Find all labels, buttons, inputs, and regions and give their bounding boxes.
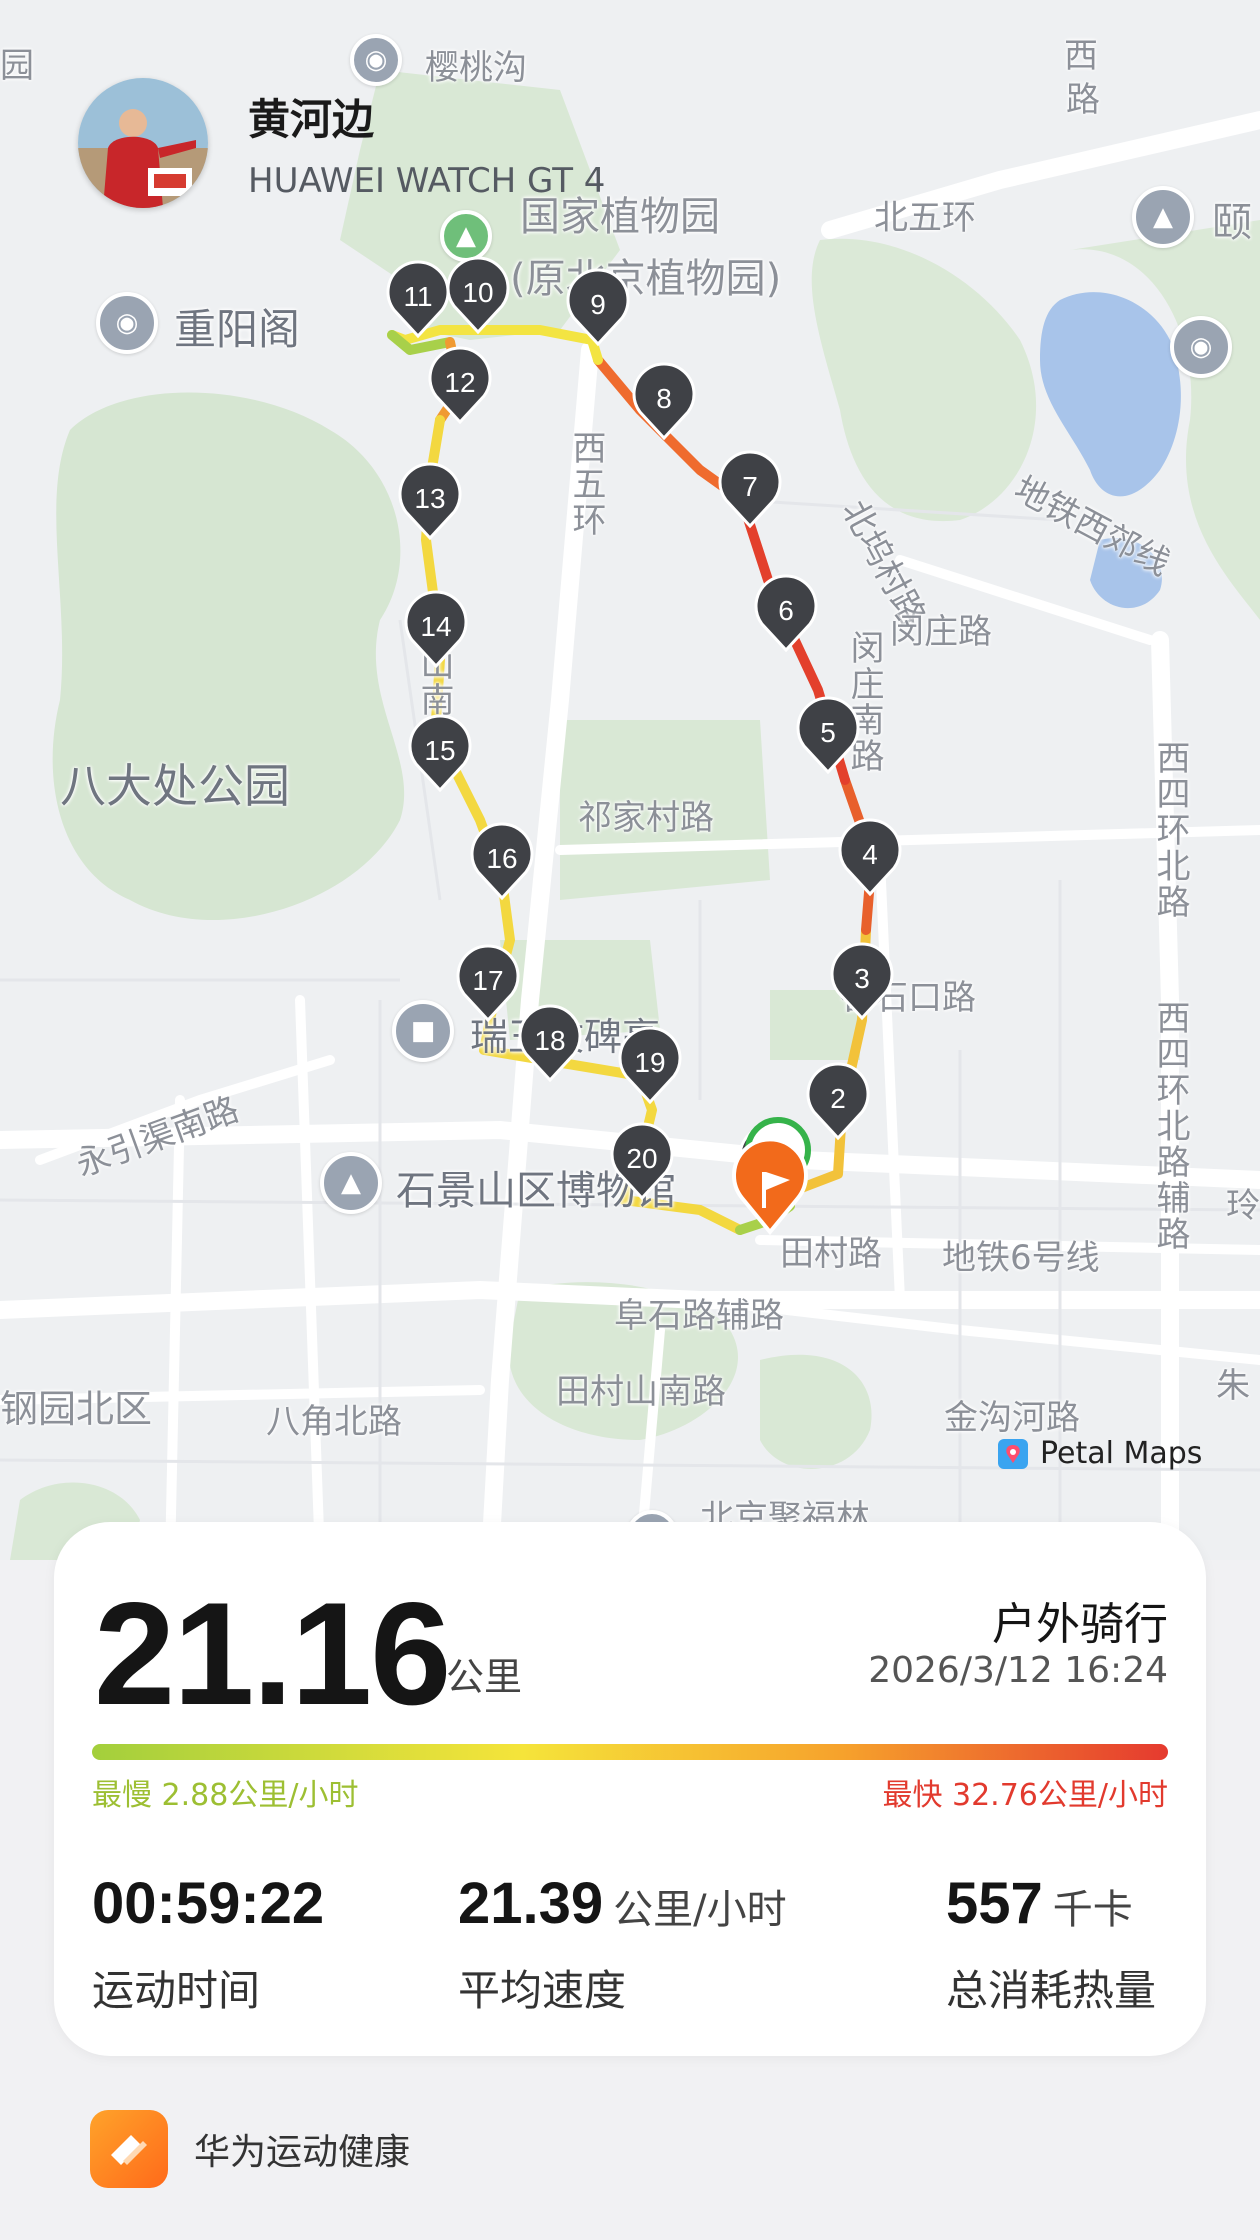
km-marker: 11 xyxy=(386,260,450,339)
calories-value: 557 xyxy=(946,1871,1043,1936)
app-name: 华为运动健康 xyxy=(194,2132,411,2173)
km-marker: 14 xyxy=(404,590,468,669)
finish-flag-marker xyxy=(732,1137,808,1236)
huawei-health-logo-icon xyxy=(90,2110,168,2188)
km-marker: 16 xyxy=(470,822,534,901)
petal-maps-icon xyxy=(998,1438,1028,1469)
stat-calories: 557 千卡 总消耗热量 xyxy=(946,1870,1156,2018)
km-marker-label: 18 xyxy=(534,1025,565,1056)
km-marker: 20 xyxy=(610,1122,674,1201)
km-marker-label: 19 xyxy=(634,1047,665,1078)
km-marker-label: 6 xyxy=(778,595,794,626)
km-marker-label: 12 xyxy=(444,367,475,398)
km-markers: 1234567891011121314151617181920 xyxy=(386,256,902,1236)
km-marker-label: 8 xyxy=(656,383,672,414)
map-attribution[interactable]: Petal Maps xyxy=(996,1436,1202,1471)
km-marker: 5 xyxy=(796,696,860,775)
km-marker-label: 15 xyxy=(424,735,455,766)
user-name: 黄河边 xyxy=(248,94,375,144)
app-footer: 华为运动健康 xyxy=(90,2110,410,2188)
km-marker-label: 4 xyxy=(862,839,878,870)
avg-speed-label: 平均速度 xyxy=(458,1966,627,2015)
activity-datetime: 2026/3/12 16:24 xyxy=(868,1650,1168,1691)
km-marker: 9 xyxy=(566,268,630,347)
device-name: HUAWEI WATCH GT 4 xyxy=(248,160,606,201)
km-marker-label: 9 xyxy=(590,289,606,320)
km-marker-label: 14 xyxy=(420,611,451,642)
distance-value: 21.16 xyxy=(94,1572,451,1735)
calories-unit: 千卡 xyxy=(1052,1887,1133,1933)
km-marker: 3 xyxy=(830,942,894,1021)
duration-value: 00:59:22 xyxy=(92,1871,325,1936)
avg-speed-value: 21.39 xyxy=(458,1871,604,1936)
activity-type: 户外骑行 xyxy=(992,1599,1168,1650)
km-marker: 13 xyxy=(398,462,462,541)
km-marker-label: 17 xyxy=(472,965,503,996)
km-marker: 12 xyxy=(428,346,492,425)
route-map[interactable]: ◉ ▲ ◉ ▲ ◉ ■ ▲ ● 樱桃沟 国家植物园 (原北京植物园) 重阳阁 北… xyxy=(0,0,1260,1562)
speed-min-label: 最慢 2.88公里/小时 xyxy=(92,1778,359,1813)
km-marker-label: 5 xyxy=(820,717,836,748)
stat-avg-speed: 21.39 公里/小时 平均速度 xyxy=(458,1870,787,2018)
km-marker-label: 10 xyxy=(462,277,493,308)
calories-label: 总消耗热量 xyxy=(946,1966,1157,2015)
avg-speed-unit: 公里/小时 xyxy=(613,1887,787,1933)
map-attribution-text: Petal Maps xyxy=(1040,1436,1203,1471)
workout-summary-card: 21.16 公里 户外骑行 2026/3/12 16:24 最慢 2.88公里/… xyxy=(54,1522,1206,2056)
km-marker: 8 xyxy=(632,362,696,441)
km-marker: 7 xyxy=(718,450,782,529)
km-marker: 10 xyxy=(446,256,510,335)
km-marker-label: 20 xyxy=(626,1143,657,1174)
km-marker-label: 2 xyxy=(830,1083,846,1114)
speed-max-label: 最快 32.76公里/小时 xyxy=(882,1778,1168,1813)
km-marker-label: 7 xyxy=(742,471,758,502)
km-marker: 4 xyxy=(838,818,902,897)
km-marker: 6 xyxy=(754,574,818,653)
km-marker-label: 3 xyxy=(854,963,870,994)
speed-gradient-bar xyxy=(92,1744,1168,1760)
stat-duration: 00:59:22 运动时间 xyxy=(92,1870,324,2018)
km-marker: 18 xyxy=(518,1004,582,1083)
distance-unit: 公里 xyxy=(446,1655,523,1699)
km-marker: 15 xyxy=(408,714,472,793)
km-marker: 17 xyxy=(456,944,520,1023)
km-marker: 2 xyxy=(806,1062,870,1141)
km-marker-label: 11 xyxy=(403,281,432,312)
user-header: 黄河边 HUAWEI WATCH GT 4 xyxy=(78,78,605,208)
km-marker-label: 16 xyxy=(486,843,517,874)
km-marker: 19 xyxy=(618,1026,682,1105)
avatar[interactable] xyxy=(78,78,208,208)
km-marker-label: 13 xyxy=(414,483,445,514)
duration-label: 运动时间 xyxy=(92,1966,261,2015)
